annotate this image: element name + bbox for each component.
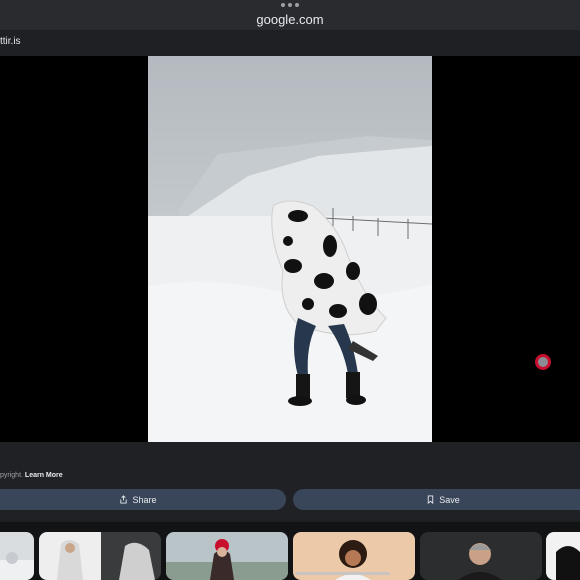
browser-top-bar: google.com [0,0,580,30]
related-images-strip [0,522,580,580]
related-thumb-red-beanie-person[interactable] [166,532,288,580]
related-thumb-grey-hair-man[interactable] [420,532,542,580]
related-thumb-snowy-scene[interactable] [0,532,34,580]
pointer-indicator [535,354,551,370]
share-label: Share [132,494,157,505]
share-icon [120,495,128,504]
related-thumb-partial[interactable] [546,532,580,580]
learn-more-link[interactable]: Learn More [25,472,63,479]
copyright-notice: pyright. Learn More [0,472,63,479]
save-label: Save [439,494,460,505]
site-link[interactable]: ttir.is [0,36,21,47]
main-image[interactable] [148,56,432,442]
more-options-icon[interactable] [281,3,299,9]
related-thumb-white-hooded-coat[interactable] [39,532,161,580]
snow-photo [148,56,432,442]
url-bar[interactable]: google.com [0,12,580,27]
scroll-indicator [295,572,390,575]
site-bar: ttir.is [0,30,580,56]
copyright-text: pyright. [0,472,23,479]
bookmark-icon [428,495,434,504]
save-button[interactable]: Save [293,489,580,510]
image-viewer[interactable] [0,56,580,442]
share-button[interactable]: Share [0,489,286,510]
image-info-bar: pyright. Learn More Share Save [0,442,580,520]
